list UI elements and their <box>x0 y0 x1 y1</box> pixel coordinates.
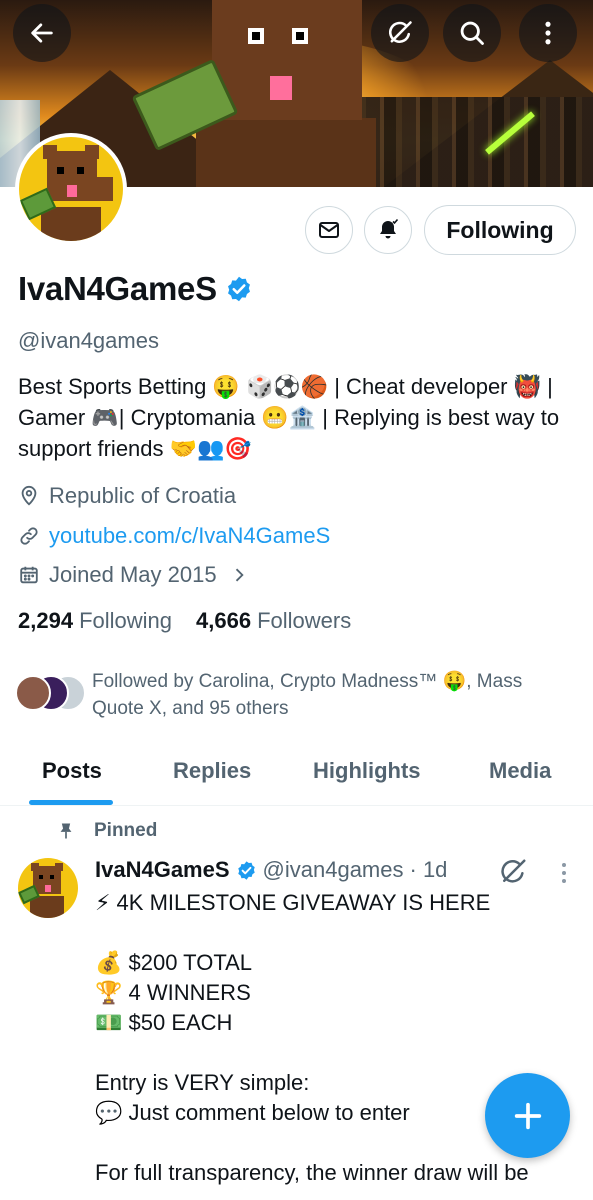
following-button[interactable]: Following <box>424 205 576 255</box>
back-button[interactable] <box>13 4 71 62</box>
post-author-avatar[interactable] <box>18 858 78 918</box>
more-options-button[interactable] <box>519 4 577 62</box>
more-vertical-icon[interactable] <box>554 860 574 886</box>
grok-icon[interactable] <box>498 857 528 887</box>
tab-media[interactable]: Media <box>489 758 551 784</box>
search-button[interactable] <box>443 4 501 62</box>
grok-button[interactable] <box>371 4 429 62</box>
post-line: For full transparency, the winner draw w… <box>95 1160 529 1185</box>
following-count-link[interactable]: 2,294 Following <box>18 608 172 634</box>
tab-replies[interactable]: Replies <box>173 758 251 784</box>
banner-bear-body <box>196 118 376 187</box>
banner-bear-tongue <box>270 76 292 100</box>
website-link[interactable]: youtube.com/c/IvaN4GameS <box>49 523 330 549</box>
post-header: IvaN4GameS @ivan4games · 1d <box>95 857 447 883</box>
followers-count: 4,666 <box>196 608 252 633</box>
follower-avatar <box>15 675 51 711</box>
plus-icon <box>514 1102 541 1129</box>
profile-bio: Best Sports Betting 🤑 🎲⚽🏀 | Cheat develo… <box>18 374 560 461</box>
followed-by-text[interactable]: Followed by Carolina, Crypto Madness™ 🤑,… <box>92 668 562 722</box>
post-line: ⚡ 4K MILESTONE GIVEAWAY IS HERE <box>95 890 491 915</box>
post-line: 🏆 4 WINNERS <box>95 980 251 1005</box>
following-count: 2,294 <box>18 608 74 633</box>
location-pin-icon <box>21 485 37 506</box>
joined-text: Joined May 2015 <box>49 562 217 587</box>
banner-bear-eye <box>248 28 264 44</box>
follow-counts: 2,294 Following 4,666 Followers <box>18 608 351 634</box>
post-line <box>95 918 575 948</box>
profile-avatar[interactable] <box>15 133 127 245</box>
profile-location: Republic of Croatia <box>18 483 236 509</box>
bell-icon <box>380 218 399 239</box>
link-icon <box>20 527 38 545</box>
active-tab-indicator <box>29 800 113 805</box>
profile-handle: @ivan4games <box>18 328 159 353</box>
banner-bear-head <box>212 0 362 120</box>
profile-joined[interactable]: Joined May 2015 <box>18 562 258 588</box>
followers-count-link[interactable]: 4,666 Followers <box>196 608 351 634</box>
tab-posts[interactable]: Posts <box>42 758 102 784</box>
banner-bear-eye <box>292 28 308 44</box>
pin-icon <box>60 823 72 839</box>
back-arrow-icon <box>31 23 53 43</box>
profile-name: IvaN4GameS <box>18 270 217 307</box>
followers-label: Followers <box>257 608 352 633</box>
post-line <box>95 1038 575 1068</box>
message-button[interactable] <box>305 206 353 254</box>
pinned-indicator: Pinned <box>56 820 157 842</box>
profile-website[interactable]: youtube.com/c/IvaN4GameS <box>18 523 330 549</box>
calendar-icon <box>20 566 38 584</box>
pinned-label: Pinned <box>94 820 158 841</box>
compose-button[interactable] <box>485 1073 570 1158</box>
following-label: Following <box>79 608 172 633</box>
tab-highlights[interactable]: Highlights <box>313 758 421 784</box>
post-author-name[interactable]: IvaN4GameS <box>95 857 230 883</box>
chevron-right-icon <box>235 568 244 582</box>
post-author-handle[interactable]: @ivan4games <box>263 857 404 883</box>
verified-badge-icon <box>237 860 255 880</box>
post-line: 💵 $50 EACH <box>95 1010 233 1035</box>
post-line: 💰 $200 TOTAL <box>95 950 253 975</box>
profile-tabs: Posts Replies Highlights Media <box>0 744 593 806</box>
post-time[interactable]: · 1d <box>410 857 448 883</box>
notifications-button[interactable] <box>364 206 412 254</box>
more-vertical-icon <box>545 21 551 45</box>
search-icon <box>460 21 484 45</box>
profile-name-row: IvaN4GameS <box>18 270 253 308</box>
verified-badge-icon[interactable] <box>225 275 253 303</box>
envelope-icon <box>319 222 339 238</box>
location-text: Republic of Croatia <box>49 483 237 508</box>
grok-icon <box>388 21 412 43</box>
